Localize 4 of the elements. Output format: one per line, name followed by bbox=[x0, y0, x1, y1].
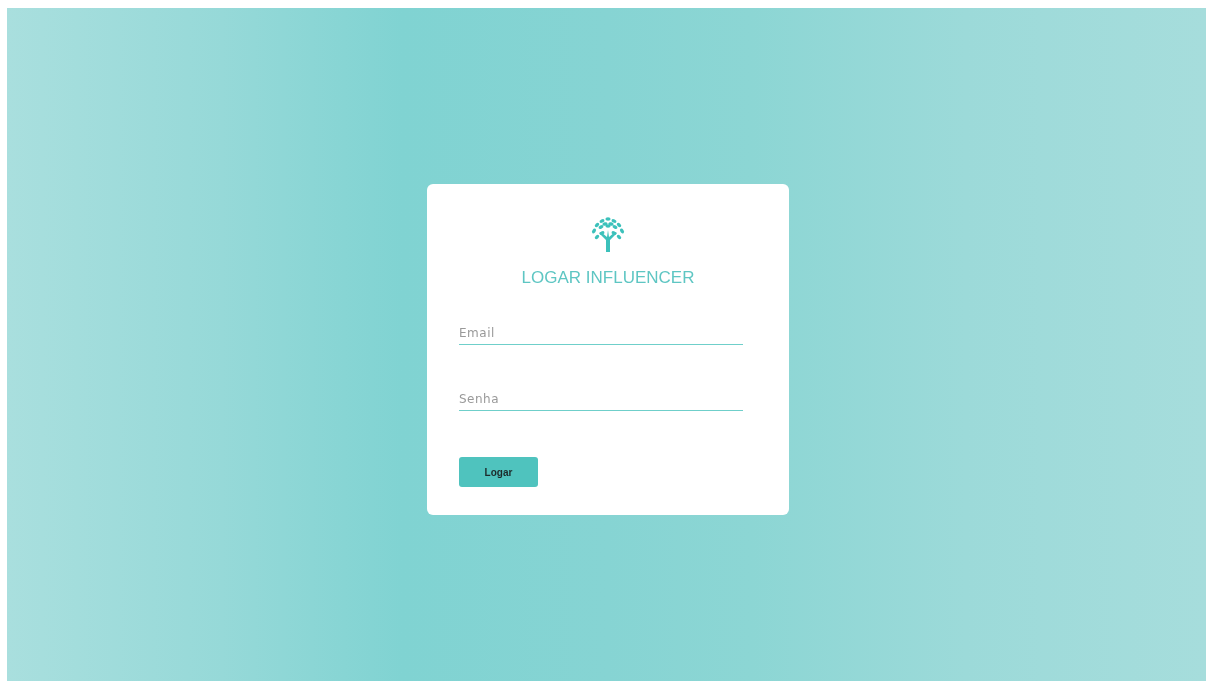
login-button[interactable]: Logar bbox=[459, 457, 538, 487]
login-title: LOGAR INFLUENCER bbox=[521, 268, 695, 288]
email-field[interactable]: Email bbox=[459, 326, 743, 345]
password-field[interactable]: Senha bbox=[459, 392, 743, 411]
